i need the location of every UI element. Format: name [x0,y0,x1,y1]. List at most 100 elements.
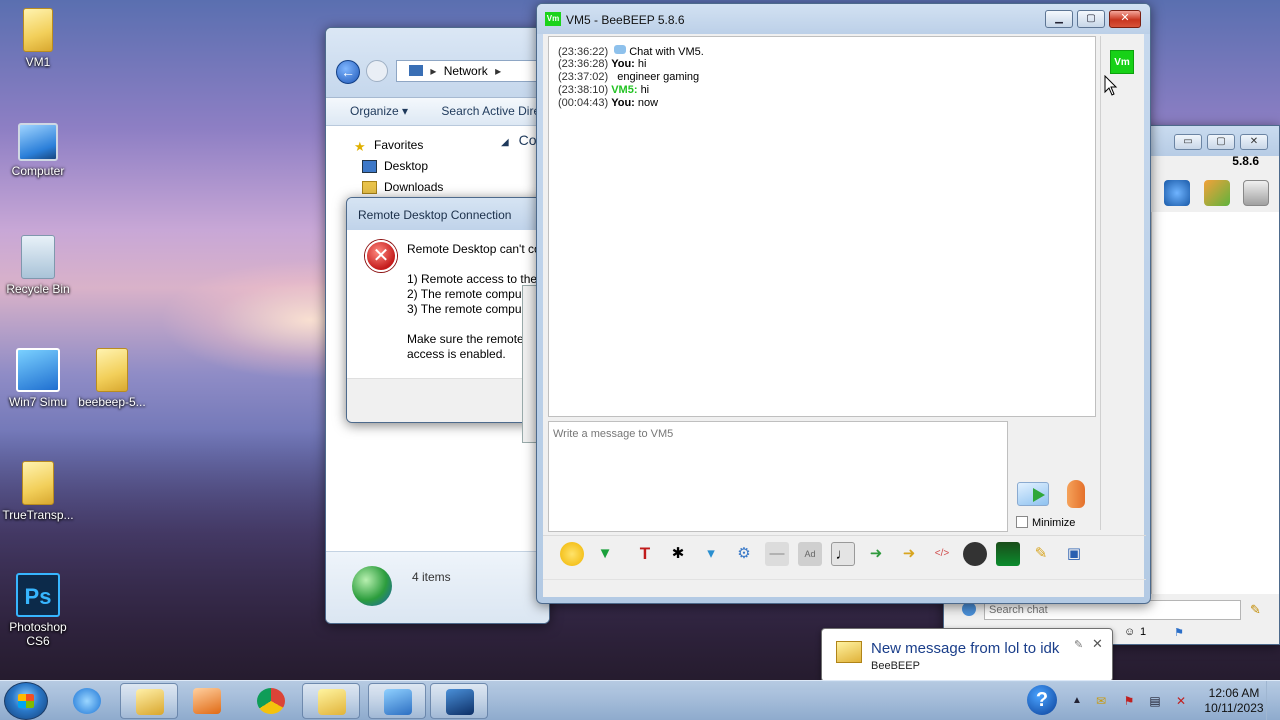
save-icon[interactable]: ▼ [593,542,617,566]
user-avatar[interactable]: Vm [1110,50,1134,74]
screen-share-icon[interactable] [996,542,1020,566]
message-time: (23:38:10) [558,84,609,96]
error-icon: ✕ [365,240,397,272]
desktop-icon-label: VM1 [25,55,51,69]
computer-icon [18,123,58,161]
beebeep-tray-icon[interactable]: ✉ [1094,694,1108,708]
tree-item-favorites[interactable]: ★ Favorites [326,138,492,159]
help-icon[interactable]: ? [1027,685,1057,715]
minimize-button[interactable]: ▭ [1174,134,1202,150]
taskbar-explorer[interactable] [120,683,178,719]
desktop-icon-recycle-bin[interactable]: Recycle Bin [0,235,76,296]
error-headline: Remote Desktop can't co [407,242,541,256]
desktop-icon-label: Photoshop CS6 [9,620,67,648]
remote-desktop-icon [384,689,412,715]
side-divider [1100,36,1101,530]
desktop-icon-computer[interactable]: Computer [0,123,76,178]
settings-wrench-icon[interactable]: ✎ [1074,638,1083,651]
color-icon[interactable]: ✱ [666,542,690,566]
taskbar-remote-desktop[interactable] [368,683,426,719]
message-text: hi [637,58,647,70]
content-pane-header: ◢ Co [501,132,537,148]
desktop-icon-photoshop[interactable]: Ps Photoshop CS6 [0,573,76,648]
maximize-button[interactable]: ▢ [1077,10,1105,28]
spellcheck-icon[interactable]: ― [765,542,789,566]
show-desktop-button[interactable] [1266,681,1280,720]
desktop-icon-beebeep-folder[interactable]: beebeep-5... [74,348,150,409]
taskbar-internet-explorer[interactable] [58,683,116,719]
font-icon[interactable]: T [633,542,657,566]
minimize-checkbox[interactable] [1016,516,1028,528]
taskbar-beebeep[interactable] [302,683,360,719]
send-folder-icon[interactable]: ➜ [897,542,921,566]
start-button[interactable] [4,682,48,720]
broom-icon[interactable]: ✎ [1250,602,1261,618]
dictionary-icon[interactable]: Ad [798,542,822,566]
notification-popup[interactable]: New message from lol to idk BeeBEEP ✎ ✕ [821,628,1113,682]
beebeep-app-icon: Vm [545,12,561,26]
chat-history[interactable]: (23:36:22) Chat with VM5. (23:36:28) You… [548,36,1096,417]
minimize-label: Minimize [1032,517,1076,529]
network-icon[interactable]: ⚑ [1174,626,1184,639]
desktop-icon-win7-simu[interactable]: Win7 Simu [0,348,76,409]
close-icon[interactable]: ✕ [1092,636,1103,652]
message-text: hi [640,84,650,96]
send-button[interactable] [1017,482,1049,506]
remote-desktop-dialog[interactable]: Remote Desktop Connection ✕ Remote Deskt… [346,197,546,423]
chevron-right-icon[interactable]: ▸ [495,64,501,78]
trash-icon[interactable] [1243,180,1269,206]
filter-icon[interactable]: ▾ [699,542,723,566]
close-button[interactable]: ✕ [1240,134,1268,150]
online-count: 1 [1140,626,1147,638]
send-file-icon[interactable]: ➜ [864,542,888,566]
microphone-icon[interactable] [1067,480,1085,508]
tree-item-label: Desktop [384,159,429,173]
collapse-arrow-icon[interactable]: ◢ [501,137,509,148]
tree-item-desktop[interactable]: Desktop [326,159,492,180]
action-center-icon[interactable]: ⚑ [1122,694,1136,708]
app-version: 5.8.6 [1232,154,1259,168]
message-time: (23:36:28) [558,58,609,70]
settings-icon[interactable]: ⚙ [732,542,756,566]
monitor-icon [446,689,474,715]
volume-muted-icon[interactable]: ✕ [1174,694,1188,708]
address-bar[interactable]: ▸ Network ▸ [396,60,549,82]
minimize-button[interactable]: ▁ [1045,10,1073,28]
folders-icon[interactable] [1203,180,1230,206]
emoticon-icon[interactable] [560,542,584,566]
message-text: Chat with VM5. [629,46,704,58]
chat-message: (23:36:28) You: hi [558,58,1095,71]
clock-time: 12:06 AM [1208,686,1260,700]
address-segment[interactable]: Network [444,64,488,78]
screenshot-icon[interactable] [963,542,987,566]
organize-button[interactable]: Organize ▾ [350,104,408,118]
message-time: (23:37:02) [558,71,609,83]
taskbar-media-player[interactable] [178,683,236,719]
chat-status-bar [543,579,1146,597]
chat-titlebar: Vm VM5 - BeeBEEP 5.8.6 ▁ ▢ ✕ [537,4,1150,34]
clock[interactable]: 12:06 AM 10/11/2023 [1191,686,1277,716]
document-icon[interactable]: ♩ [831,542,855,566]
back-button[interactable]: ← [336,60,360,84]
taskbar-chrome[interactable] [242,683,300,719]
chat-window[interactable]: Vm VM5 - BeeBEEP 5.8.6 ▁ ▢ ✕ (23:36:22) … [536,3,1151,604]
taskbar-vm[interactable] [430,683,488,719]
network-tray-icon[interactable]: ▤ [1148,694,1162,708]
beebeep-icon [318,689,346,715]
desktop-icon-truetransp[interactable]: TrueTransp... [0,461,76,522]
network-settings-icon[interactable] [1164,180,1191,206]
user-folder-icon [23,8,53,52]
message-input[interactable]: Write a message to VM5 [548,421,1008,532]
code-icon[interactable]: </> [930,542,954,566]
maximize-button[interactable]: ▢ [1207,134,1235,150]
search-active-directory-button[interactable]: Search Active Dire [441,104,540,118]
forward-button[interactable] [366,60,388,82]
show-hidden-icons-icon[interactable]: ▲ [1072,695,1082,706]
close-button[interactable]: ✕ [1109,10,1141,28]
message-text: engineer gaming [617,71,700,83]
search-icon [962,602,976,616]
save-chat-icon[interactable]: ▣ [1062,542,1086,566]
desktop-icon-vm1[interactable]: VM1 [0,8,76,69]
user-list-panel[interactable] [1151,212,1279,594]
notes-icon[interactable]: ✎ [1029,542,1053,566]
